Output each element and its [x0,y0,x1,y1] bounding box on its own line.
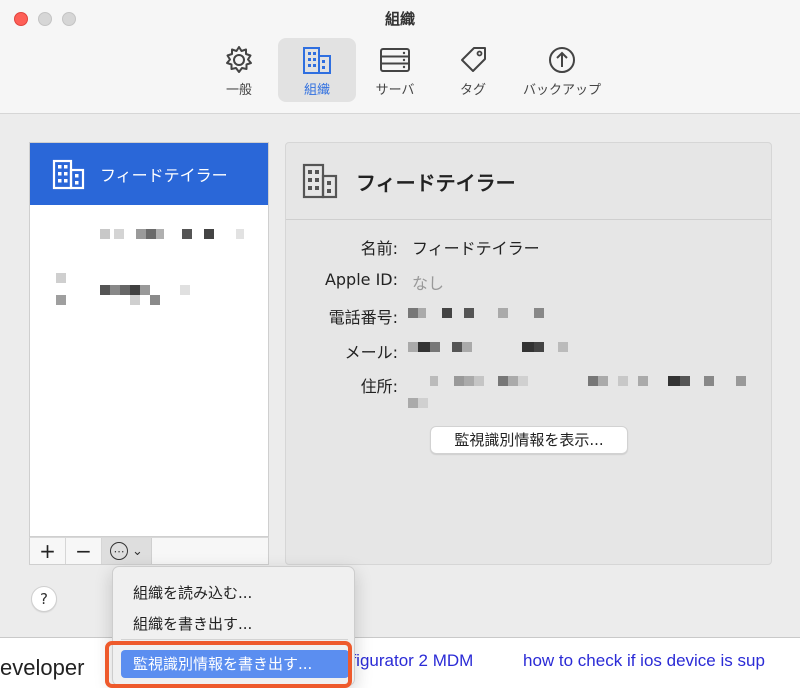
show-supervision-identity-button[interactable]: 監視識別情報を表示... [430,426,628,454]
building-icon [302,163,338,199]
list-item-label: フィードテイラー [100,166,228,185]
redacted-email-value [408,342,578,352]
redacted-list-item[interactable] [100,229,250,239]
tab-label: 一般 [225,83,252,98]
menu-item-export-organization[interactable]: 組織を書き出す... [133,613,252,634]
redacted-address-value [408,376,753,408]
organization-list[interactable]: フィードテイラー [29,142,269,537]
tab-organization[interactable]: 組織 [278,38,356,102]
chevron-down-icon: ⌄ [132,543,143,559]
menu-separator [121,639,348,640]
ellipsis-icon: ⋯ [110,542,129,560]
window-title: 組織 [384,10,415,28]
help-button[interactable]: ? [31,586,57,612]
building-icon [303,47,331,74]
highlight-callout [105,641,352,688]
email-label: メール: [344,343,398,362]
tab-backup[interactable]: バックアップ [512,38,612,102]
gear-icon [226,46,252,73]
background-link[interactable]: how to check if ios device is sup [523,651,765,671]
building-icon [52,159,85,190]
tab-general[interactable]: 一般 [200,38,278,102]
background-link[interactable]: nfigurator 2 MDM [342,651,473,671]
organization-name-heading: フィードテイラー [356,170,516,195]
name-label: 名前: [360,239,398,258]
tab-label: バックアップ [522,83,601,98]
tab-tags[interactable]: タグ [434,38,512,102]
toolbar: 一般 組織 サーバ タグ バックアップ [200,38,612,102]
more-actions-button[interactable]: ⋯ ⌄ [102,538,152,564]
server-icon [380,48,410,72]
tab-label: タグ [459,83,486,98]
list-item-selected[interactable]: フィードテイラー [30,143,268,205]
tab-label: サーバ [375,83,415,98]
tab-server[interactable]: サーバ [356,38,434,102]
background-text: eveloper [0,655,85,680]
detail-header: フィードテイラー [286,143,771,220]
tab-label: 組織 [303,83,330,98]
appleid-value: なし [412,274,445,293]
phone-label: 電話番号: [328,308,398,327]
list-toolbar: + − ⋯ ⌄ [29,537,269,565]
menu-item-import-organization[interactable]: 組織を読み込む... [133,582,252,603]
tag-icon [461,47,486,72]
add-button[interactable]: + [30,538,66,564]
preferences-window: 組織 一般 組織 サーバ タグ バックアップ フィードテイラー + − ⋯ ⌄ … [0,0,800,638]
redacted-phone-value [408,308,548,318]
remove-button[interactable]: − [66,538,102,564]
address-label: 住所: [360,377,398,396]
name-value: フィードテイラー [412,239,540,258]
titlebar: 組織 一般 組織 サーバ タグ バックアップ [0,0,800,114]
redacted-list-item[interactable] [56,273,206,305]
backup-icon [549,47,575,73]
appleid-label: Apple ID: [324,270,398,289]
